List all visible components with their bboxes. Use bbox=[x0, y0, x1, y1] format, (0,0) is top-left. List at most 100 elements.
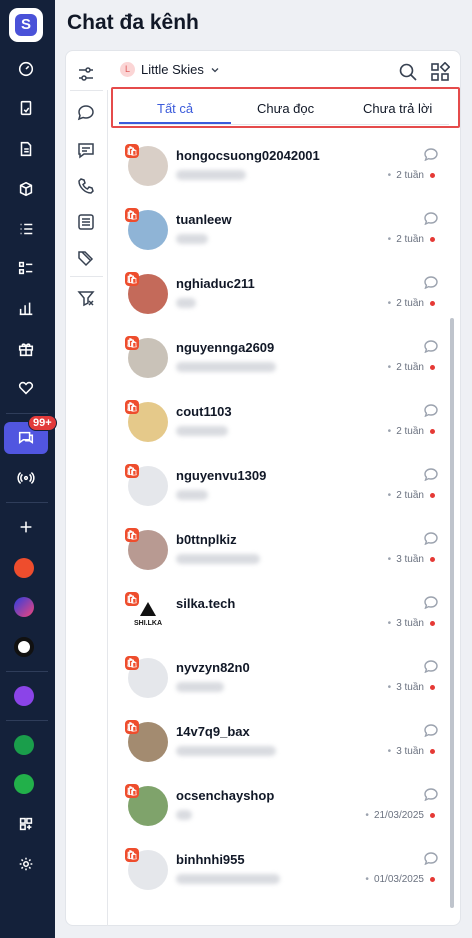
customer-name: nghiaduc211 bbox=[176, 276, 255, 291]
tab-unread[interactable]: Chưa đọc bbox=[257, 101, 314, 116]
message-preview bbox=[176, 810, 192, 820]
connect-icon[interactable] bbox=[14, 686, 34, 706]
last-message-time: 3 tuần bbox=[388, 682, 424, 693]
list-icon[interactable] bbox=[9, 214, 43, 244]
brand-icon[interactable] bbox=[14, 774, 34, 794]
lazada-icon[interactable] bbox=[14, 597, 34, 617]
customer-name: cout1103 bbox=[176, 404, 232, 419]
reply-bubble-icon[interactable] bbox=[424, 148, 438, 162]
tiktok-icon[interactable] bbox=[14, 637, 34, 657]
unread-dot bbox=[430, 621, 435, 626]
reply-bubble-icon[interactable] bbox=[424, 212, 438, 226]
message-preview bbox=[176, 682, 224, 692]
conversation-item[interactable]: 🛍 nguyennga2609 2 tuần bbox=[108, 328, 450, 392]
reply-bubble-icon[interactable] bbox=[424, 852, 438, 866]
conversation-item[interactable]: 🛍 nghiaduc211 2 tuần bbox=[108, 264, 450, 328]
tags-icon[interactable] bbox=[74, 246, 98, 270]
conversation-item[interactable]: 🛍 binhnhi955 01/03/2025 bbox=[108, 840, 450, 904]
package-icon[interactable] bbox=[9, 174, 43, 204]
customer-name: hongocsuong02042001 bbox=[176, 148, 320, 163]
conversation-item[interactable]: SHI.LKA 🛍 silka.tech 3 tuần bbox=[108, 584, 450, 648]
conversation-item[interactable]: 🛍 ocsenchayshop 21/03/2025 bbox=[108, 776, 450, 840]
shopee-badge-icon: 🛍 bbox=[125, 464, 139, 478]
chevron-down-icon bbox=[211, 67, 219, 72]
message-preview bbox=[176, 490, 208, 500]
message-preview bbox=[176, 874, 280, 884]
chart-icon[interactable] bbox=[9, 293, 43, 323]
message-icon[interactable] bbox=[74, 138, 98, 162]
customer-name: binhnhi955 bbox=[176, 852, 245, 867]
app-logo[interactable]: S bbox=[9, 8, 43, 42]
shopee-icon[interactable] bbox=[14, 558, 34, 578]
grid-icon[interactable] bbox=[430, 61, 451, 82]
shopee-badge-icon: 🛍 bbox=[125, 400, 139, 414]
shop-icon[interactable] bbox=[14, 735, 34, 755]
shop-avatar: L bbox=[120, 62, 135, 77]
broadcast-icon[interactable] bbox=[9, 463, 43, 493]
last-message-time: 3 tuần bbox=[388, 618, 424, 629]
reply-bubble-icon[interactable] bbox=[424, 340, 438, 354]
conversation-item[interactable]: 🛍 nyvzyn82n0 3 tuần bbox=[108, 648, 450, 712]
customer-name: nguyenvu1309 bbox=[176, 468, 267, 483]
conversation-item[interactable]: 🛍 nguyenvu1309 2 tuần bbox=[108, 456, 450, 520]
list-scrollbar[interactable] bbox=[450, 318, 454, 908]
shopee-badge-icon: 🛍 bbox=[125, 272, 139, 286]
reply-bubble-icon[interactable] bbox=[424, 532, 438, 546]
message-preview bbox=[176, 234, 208, 244]
last-message-time: 2 tuần bbox=[388, 362, 424, 373]
gift-icon[interactable] bbox=[9, 334, 43, 364]
filter-clear-icon[interactable] bbox=[74, 286, 98, 310]
reply-bubble-icon[interactable] bbox=[424, 660, 438, 674]
apps-icon[interactable] bbox=[9, 809, 43, 839]
conversation-item[interactable]: 🛍 b0ttnplkiz 3 tuần bbox=[108, 520, 450, 584]
tab-unanswered[interactable]: Chưa trả lời bbox=[363, 101, 432, 116]
unread-dot bbox=[430, 557, 435, 562]
message-preview bbox=[176, 170, 246, 180]
unread-dot bbox=[430, 749, 435, 754]
message-preview bbox=[176, 298, 196, 308]
customer-name: 14v7q9_bax bbox=[176, 724, 250, 739]
settings-icon[interactable] bbox=[9, 849, 43, 879]
conversation-item[interactable]: 🛍 14v7q9_bax 3 tuần bbox=[108, 712, 450, 776]
orders-icon[interactable] bbox=[9, 93, 43, 123]
shop-logo-text: SHI.LKA bbox=[134, 620, 162, 627]
shopee-badge-icon: 🛍 bbox=[125, 528, 139, 542]
conversation-item[interactable]: 🛍 cout1103 2 tuần bbox=[108, 392, 450, 456]
checklist-icon[interactable] bbox=[9, 253, 43, 283]
reply-bubble-icon[interactable] bbox=[424, 724, 438, 738]
customer-name: ocsenchayshop bbox=[176, 788, 275, 803]
document-icon[interactable] bbox=[9, 134, 43, 164]
last-message-time: 2 tuần bbox=[388, 234, 424, 245]
plus-icon[interactable] bbox=[9, 512, 43, 542]
unread-dot bbox=[430, 237, 435, 242]
unread-dot bbox=[430, 493, 435, 498]
reply-bubble-icon[interactable] bbox=[424, 276, 438, 290]
heart-icon[interactable] bbox=[9, 373, 43, 403]
conversation-item[interactable]: 🛍 hongocsuong02042001 2 tuần bbox=[108, 136, 450, 200]
notes-icon[interactable] bbox=[74, 210, 98, 234]
unread-dot bbox=[430, 685, 435, 690]
customer-name: b0ttnplkiz bbox=[176, 532, 237, 547]
filter-sliders-icon[interactable] bbox=[74, 62, 98, 86]
reply-bubble-icon[interactable] bbox=[424, 596, 438, 610]
unread-dot bbox=[430, 429, 435, 434]
unread-badge: 99+ bbox=[28, 415, 57, 431]
search-icon[interactable] bbox=[398, 62, 418, 82]
page-title: Chat đa kênh bbox=[67, 11, 199, 34]
reply-bubble-icon[interactable] bbox=[424, 788, 438, 802]
tab-all[interactable]: Tất cả bbox=[157, 101, 193, 116]
conversation-item[interactable]: 🛍 tuanleew 2 tuần bbox=[108, 200, 450, 264]
last-message-time: 2 tuần bbox=[388, 490, 424, 501]
last-message-time: 21/03/2025 bbox=[365, 810, 424, 821]
shopee-badge-icon: 🛍 bbox=[125, 784, 139, 798]
unread-dot bbox=[430, 301, 435, 306]
dashboard-icon[interactable] bbox=[9, 54, 43, 84]
reply-bubble-icon[interactable] bbox=[424, 468, 438, 482]
customer-name: nyvzyn82n0 bbox=[176, 660, 250, 675]
phone-icon[interactable] bbox=[74, 174, 98, 198]
last-message-time: 01/03/2025 bbox=[365, 874, 424, 885]
shopee-badge-icon: 🛍 bbox=[125, 656, 139, 670]
shop-selector[interactable]: L Little Skies bbox=[120, 62, 220, 77]
reply-bubble-icon[interactable] bbox=[424, 404, 438, 418]
chat-bubble-icon[interactable] bbox=[74, 101, 98, 125]
